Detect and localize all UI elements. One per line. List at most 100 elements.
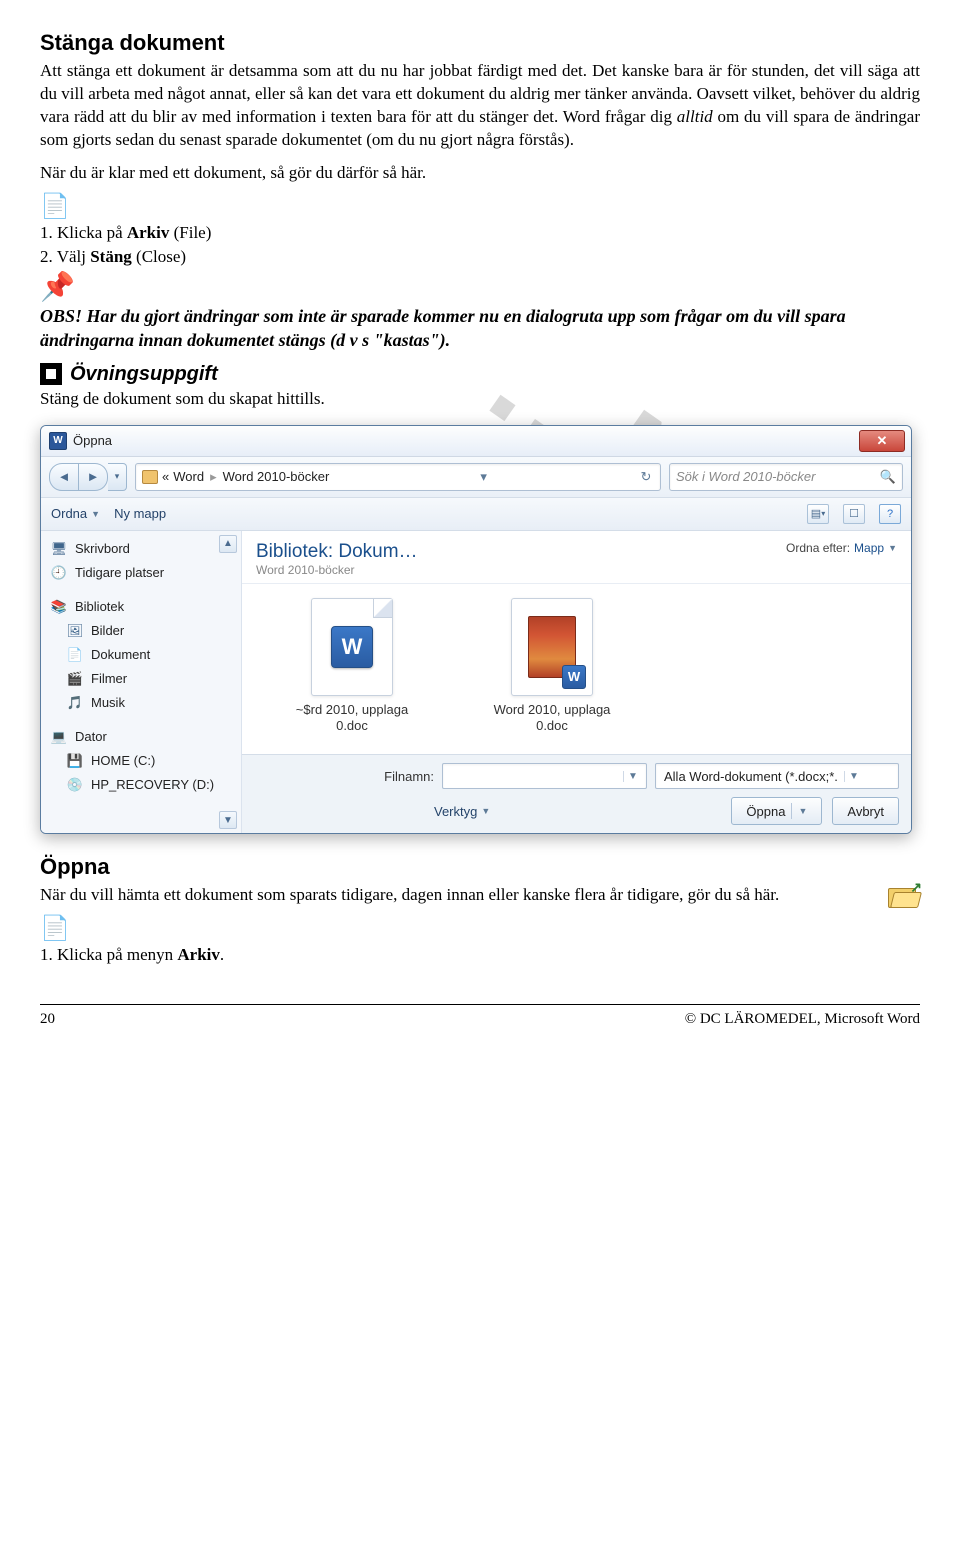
search-placeholder: Sök i Word 2010-böcker	[676, 469, 815, 484]
filename-label: Filnamn:	[254, 769, 434, 784]
exercise-header: Övningsuppgift	[40, 363, 920, 386]
chevron-down-icon: ▼	[888, 543, 897, 553]
breadcrumb-2[interactable]: Word 2010-böcker	[223, 469, 330, 484]
exercise-text: Stäng de dokument som du skapat hittills…	[40, 388, 920, 411]
videos-icon: 🎬	[67, 671, 83, 687]
paragraph-intro: Att stänga ett dokument är detsamma som …	[40, 60, 920, 152]
close-button[interactable]: ✕	[859, 430, 905, 452]
file-filter-select[interactable]: Alla Word-dokument (*.docx;*. ▼	[655, 763, 899, 789]
chevron-down-icon: ▼	[481, 806, 490, 816]
sidebar-item-pictures[interactable]: 🖼 Bilder	[41, 619, 241, 643]
sort-by-control[interactable]: Ordna efter: Mapp ▼	[786, 541, 897, 555]
search-icon: 🔍	[880, 469, 896, 485]
file-item-temp[interactable]: W ~$rd 2010, upplaga 0.doc	[282, 598, 422, 735]
step2-c: (Close)	[132, 247, 186, 266]
document-icon: 📄	[40, 195, 920, 219]
open-dialog: W Öppna ✕ ◄ ► ▾ « Word ▸ Word 2010-böcke…	[40, 425, 912, 835]
ordna-button[interactable]: Ordna ▼	[51, 506, 100, 521]
dialog-title: Öppna	[73, 433, 112, 448]
sidebar-label: Dokument	[91, 647, 150, 662]
sort-value: Mapp	[854, 541, 884, 555]
library-title: Bibliotek: Dokum…	[256, 541, 418, 563]
search-input[interactable]: Sök i Word 2010-böcker 🔍	[669, 463, 903, 491]
library-header: Bibliotek: Dokum… Word 2010-böcker Ordna…	[242, 531, 911, 584]
document-icon: 📄	[40, 917, 920, 941]
sidebar-item-recent[interactable]: 🕘Tidigare platser	[41, 561, 241, 585]
sidebar-label: Bilder	[91, 623, 124, 638]
disk-icon	[40, 363, 62, 385]
word-app-icon: W	[49, 432, 67, 450]
file-list[interactable]: W ~$rd 2010, upplaga 0.doc W Word 2010, …	[242, 584, 911, 755]
sidebar-scroll-up[interactable]: ▲	[219, 535, 237, 553]
file-name: Word 2010, upplaga 0.doc	[482, 702, 622, 735]
folder-icon	[142, 470, 158, 484]
filename-input[interactable]: ▼	[442, 763, 647, 789]
sidebar-label: Dator	[75, 729, 107, 744]
preview-pane-button[interactable]: ☐	[843, 504, 865, 524]
step1-b: Arkiv	[127, 223, 170, 242]
file-filter-value: Alla Word-dokument (*.docx;*.	[664, 769, 838, 784]
chevron-down-icon: ▼	[91, 509, 100, 519]
sidebar-label: Tidigare platser	[75, 565, 164, 580]
step2-b: Stäng	[90, 247, 132, 266]
breadcrumb-1[interactable]: Word	[173, 469, 204, 484]
chevron-down-icon[interactable]: ▼	[798, 806, 807, 816]
step-open-c: .	[220, 945, 224, 964]
nav-back-button[interactable]: ◄	[49, 463, 79, 491]
para1-italic: alltid	[677, 107, 713, 126]
paragraph-open: När du vill hämta ett dokument som spara…	[40, 884, 888, 907]
breadcrumb-refresh-icon[interactable]: ↻	[638, 469, 654, 485]
step-open-b: Arkiv	[177, 945, 220, 964]
step1-c: (File)	[169, 223, 211, 242]
sidebar-item-music[interactable]: 🎵Musik	[41, 691, 241, 715]
sidebar-item-drive-c[interactable]: 💾 HOME (C:)	[41, 749, 241, 773]
chevron-down-icon[interactable]: ▼	[844, 771, 863, 782]
nav-history-button[interactable]: ▾	[108, 463, 127, 491]
nav-forward-button[interactable]: ►	[79, 463, 108, 491]
sidebar-item-desktop[interactable]: 🖥 Skrivbord	[41, 537, 241, 561]
pictures-icon: 🖼	[67, 623, 83, 639]
sidebar-label: Filmer	[91, 671, 127, 686]
sidebar-item-videos[interactable]: 🎬 Filmer	[41, 667, 241, 691]
help-button[interactable]: ?	[879, 504, 901, 524]
view-mode-button[interactable]: ▤ ▾	[807, 504, 829, 524]
step2-a: 2. Välj	[40, 247, 90, 266]
cancel-button[interactable]: Avbryt	[832, 797, 899, 825]
word-doc-icon: W	[311, 598, 393, 696]
chevron-down-icon[interactable]: ▼	[623, 771, 642, 782]
step1-a: 1. Klicka på	[40, 223, 127, 242]
computer-icon: 💻	[51, 729, 67, 745]
library-subtitle: Word 2010-böcker	[256, 563, 418, 577]
breadcrumb-dropdown-icon[interactable]: ▾	[476, 469, 492, 485]
new-folder-button[interactable]: Ny mapp	[114, 506, 166, 521]
sidebar-label: HOME (C:)	[91, 753, 155, 768]
sidebar-item-drive-d[interactable]: 💿HP_RECOVERY (D:)	[41, 773, 241, 797]
breadcrumb-bar[interactable]: « Word ▸ Word 2010-böcker ▾ ↻	[135, 463, 661, 491]
music-icon: 🎵	[67, 695, 83, 711]
step-open-1: 1. Klicka på menyn Arkiv.	[40, 943, 920, 968]
dialog-navbar: ◄ ► ▾ « Word ▸ Word 2010-böcker ▾ ↻ Sök …	[41, 457, 911, 498]
desktop-icon: 🖥	[51, 541, 67, 557]
library-icon: 📚	[51, 599, 67, 615]
sidebar-item-libraries[interactable]: 📚 Bibliotek	[41, 595, 241, 619]
new-folder-label: Ny mapp	[114, 506, 166, 521]
step-open-a: 1. Klicka på menyn	[40, 945, 177, 964]
file-item-word2010[interactable]: W Word 2010, upplaga 0.doc	[482, 598, 622, 735]
open-button[interactable]: Öppna ▼	[731, 797, 822, 825]
tools-button[interactable]: Verktyg ▼	[434, 804, 490, 819]
pushpin-icon: 📌	[40, 274, 920, 302]
word-box-icon: W	[511, 598, 593, 696]
sidebar-label: Skrivbord	[75, 541, 130, 556]
sidebar-item-computer[interactable]: 💻 Dator	[41, 725, 241, 749]
sidebar-scroll-down[interactable]: ▼	[219, 811, 237, 829]
drive-icon: 💾	[67, 753, 83, 769]
cancel-label: Avbryt	[847, 804, 884, 819]
breadcrumb-sep-icon: ▸	[208, 469, 219, 485]
sidebar-label: Bibliotek	[75, 599, 124, 614]
sidebar-item-documents[interactable]: 📄 Dokument	[41, 643, 241, 667]
file-name: ~$rd 2010, upplaga 0.doc	[282, 702, 422, 735]
open-label: Öppna	[746, 804, 785, 819]
footer-copyright: © DC LÄROMEDEL, Microsoft Word	[685, 1011, 920, 1028]
documents-icon: 📄	[67, 647, 83, 663]
page-number: 20	[40, 1011, 55, 1028]
